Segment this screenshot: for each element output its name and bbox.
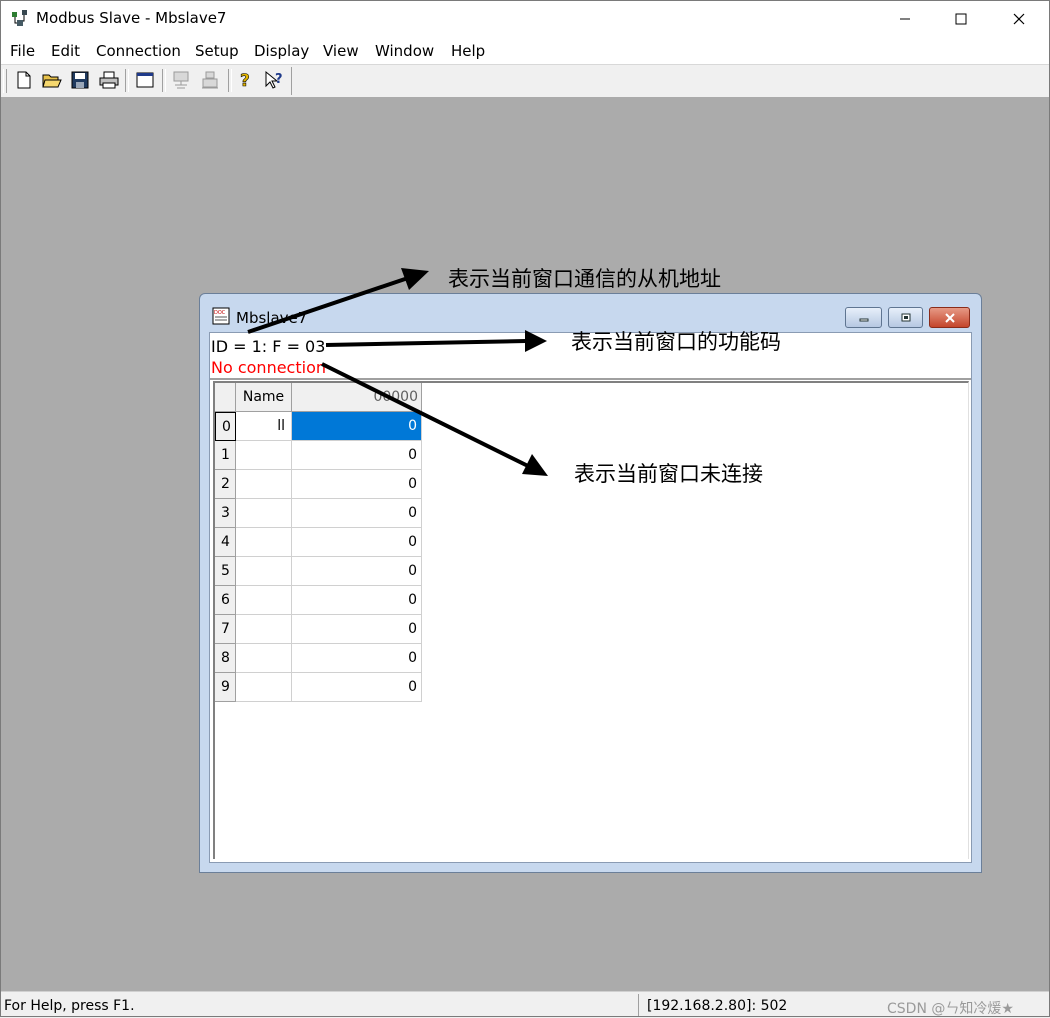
child-window-title: Mbslave7 [236,309,308,327]
grid-value-cell[interactable]: 0 [292,644,422,673]
child-window[interactable]: DOC Mbslave7 ID = 1: F = 03 No connectio… [199,293,982,873]
annotation-slave-address: 表示当前窗口通信的从机地址 [448,267,721,291]
minimize-icon [859,318,868,321]
child-close-button[interactable] [929,307,970,328]
grid-row-header[interactable]: 8 [215,644,236,673]
maximize-button[interactable] [932,0,990,38]
toolbar-grip[interactable] [3,69,7,93]
new-window-button[interactable] [134,69,156,91]
child-restore-button[interactable] [888,307,923,328]
annotation-not-connected: 表示当前窗口未连接 [574,462,763,486]
grid-name-cell[interactable] [236,499,292,528]
child-window-body: ID = 1: F = 03 No connection Name 00000 … [209,332,972,863]
grid-value-cell[interactable]: 0 [292,615,422,644]
modbus-app-icon [12,10,27,26]
grid-value-cell[interactable]: 0 [292,528,422,557]
print-button[interactable] [98,69,120,91]
close-button[interactable] [990,0,1048,38]
toolbar-end [291,67,292,95]
svg-text:?: ? [275,72,283,87]
grid-row-header[interactable]: 7 [215,615,236,644]
open-button[interactable] [41,69,63,91]
slave-id-function-label: ID = 1: F = 03 [211,337,326,356]
connection-status-label: No connection [211,358,326,377]
grid-name-cell[interactable] [236,615,292,644]
child-minimize-button[interactable] [845,307,882,328]
svg-text:DOC: DOC [214,310,226,316]
watermark: CSDN @ㄣ知冷煖★ [887,1001,1014,1017]
svg-text:?: ? [240,71,250,90]
grid-row-header[interactable]: 6 [215,586,236,615]
menu-file[interactable]: File [10,42,35,60]
connect-icon [173,71,189,89]
minimize-icon [900,18,910,20]
save-icon [71,71,89,89]
toolbar-separator [228,69,232,92]
grid-row-header[interactable]: 3 [215,499,236,528]
print-icon [99,71,119,89]
grid-header-address[interactable]: 00000 [292,383,422,412]
register-grid-pane[interactable]: Name 00000 0 ll 0 1 0 2 0 3 0 4 0 5 0 6 … [213,381,969,859]
toolbar: ? ? [0,64,1050,98]
grid-name-cell[interactable] [236,528,292,557]
save-button[interactable] [69,69,91,91]
disconnect-button[interactable] [199,69,221,91]
grid-value-cell[interactable]: 0 [292,441,422,470]
menu-edit[interactable]: Edit [51,42,80,60]
grid-row-header[interactable]: 0 [215,412,236,441]
menu-view[interactable]: View [323,42,359,60]
new-icon [17,71,31,89]
toolbar-separator [125,69,129,92]
grid-value-cell[interactable]: 0 [292,673,422,702]
open-folder-icon [42,74,62,88]
help-icon: ? [240,71,250,90]
grid-row-header[interactable]: 9 [215,673,236,702]
grid-corner-header[interactable] [215,383,236,412]
context-help-icon: ? [265,70,283,89]
window-icon [136,72,154,88]
window-title: Modbus Slave - Mbslave7 [36,9,227,27]
grid-row-header[interactable]: 2 [215,470,236,499]
grid-row-header[interactable]: 5 [215,557,236,586]
grid-name-cell[interactable]: ll [236,412,292,441]
annotation-function-code: 表示当前窗口的功能码 [571,330,781,354]
grid-value-cell[interactable]: 0 [292,499,422,528]
grid-row-header[interactable]: 1 [215,441,236,470]
document-icon: DOC [212,307,230,325]
grid-value-cell[interactable]: 0 [292,412,422,441]
grid-value-cell[interactable]: 0 [292,586,422,615]
restore-icon [901,313,910,321]
grid-value-cell[interactable]: 0 [292,557,422,586]
disconnect-icon [202,71,218,89]
grid-name-cell[interactable] [236,586,292,615]
new-button[interactable] [13,69,35,91]
connect-button[interactable] [170,69,192,91]
grid-value-cell[interactable]: 0 [292,470,422,499]
grid-name-cell[interactable] [236,470,292,499]
menu-bar: File Edit Connection Setup Display View … [0,38,1050,64]
menu-setup[interactable]: Setup [195,42,239,60]
status-address: [192.168.2.80]: 502 [647,998,788,1014]
menu-display[interactable]: Display [254,42,309,60]
help-button[interactable]: ? [235,69,257,91]
close-icon [1013,13,1025,25]
context-help-button[interactable]: ? [264,69,286,91]
grid-name-cell[interactable] [236,644,292,673]
splitter[interactable] [210,378,971,380]
menu-window[interactable]: Window [375,42,434,60]
status-help-text: For Help, press F1. [4,998,135,1014]
title-bar[interactable]: Modbus Slave - Mbslave7 [0,0,1050,38]
grid-header-name[interactable]: Name [236,383,292,412]
menu-help[interactable]: Help [451,42,485,60]
grid-name-cell[interactable] [236,673,292,702]
maximize-icon [955,13,967,25]
menu-connection[interactable]: Connection [96,42,181,60]
grid-row-header[interactable]: 4 [215,528,236,557]
grid-name-cell[interactable] [236,557,292,586]
toolbar-separator [162,69,166,92]
minimize-button[interactable] [876,0,934,38]
close-icon [944,312,955,323]
grid-name-cell[interactable] [236,441,292,470]
